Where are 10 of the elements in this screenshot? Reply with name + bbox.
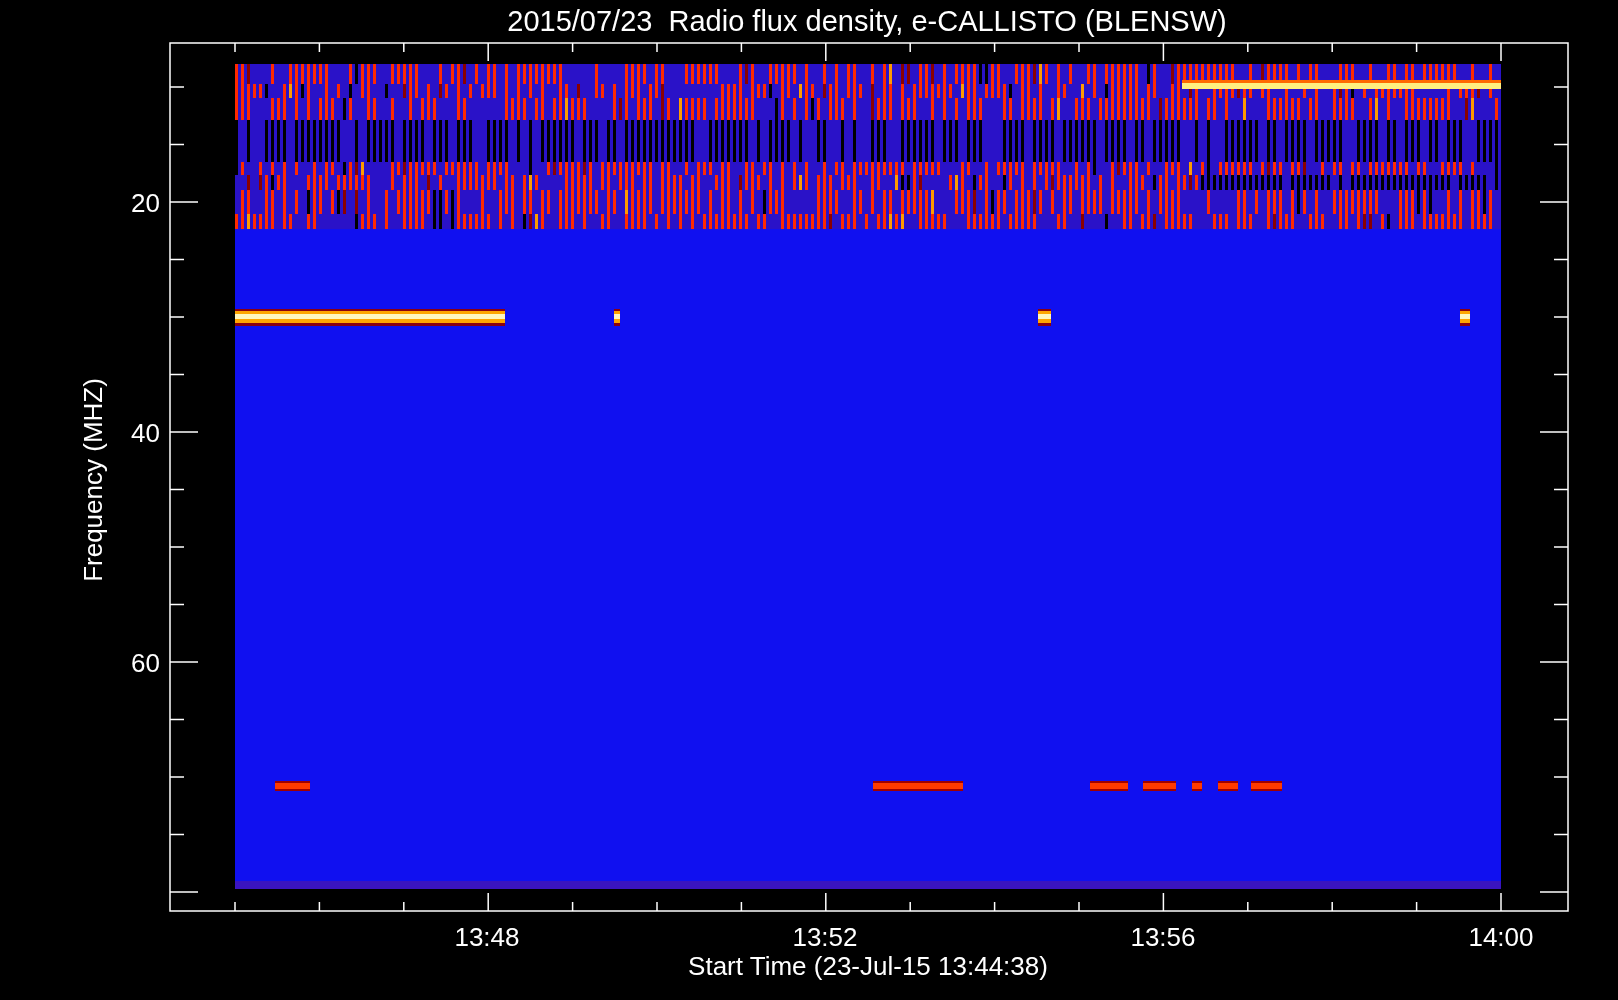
tick-label: 13:56 — [1130, 922, 1196, 952]
tick-label: 14:00 — [1468, 922, 1534, 952]
tick-label: 40 — [131, 418, 160, 448]
axis-title: Start Time (23-Jul-15 13:44:38) — [688, 951, 1048, 981]
tick-label: 20 — [131, 188, 160, 218]
tick-label: 60 — [131, 648, 160, 678]
tick-label: 13:52 — [792, 922, 858, 952]
axis-title: Frequency (MHZ) — [78, 378, 108, 582]
tick-label: 13:48 — [454, 922, 520, 952]
chart-title: 2015/07/23 Radio flux density, e-CALLISTO (BLENSW) — [507, 5, 1227, 37]
